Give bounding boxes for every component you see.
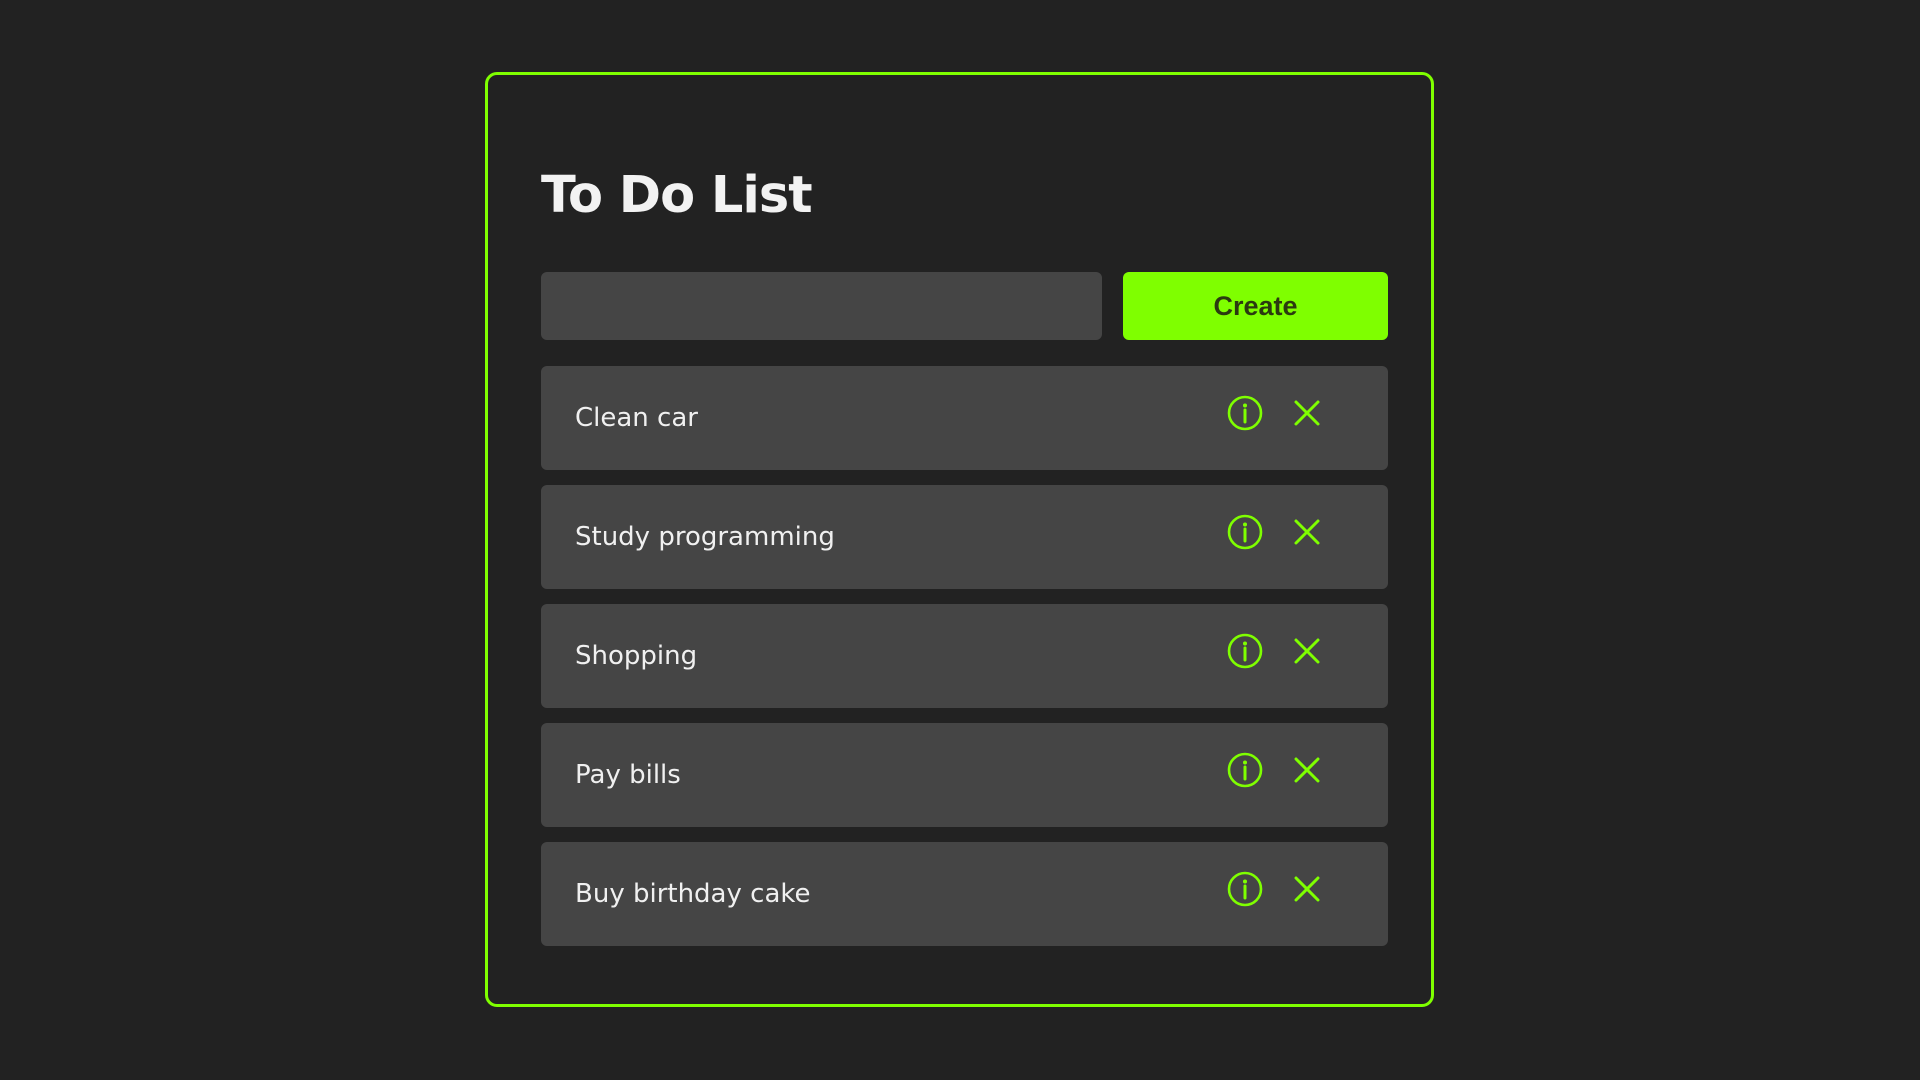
- close-x-icon: [1294, 876, 1320, 902]
- delete-button[interactable]: [1287, 631, 1327, 671]
- todo-label: Study programming: [575, 522, 835, 552]
- todo-item: Clean car: [541, 366, 1388, 470]
- delete-button[interactable]: [1287, 393, 1327, 433]
- todo-card: To Do List Create Clean car Study progra…: [485, 72, 1434, 1007]
- delete-button[interactable]: [1287, 869, 1327, 909]
- todo-label: Buy birthday cake: [575, 879, 811, 909]
- delete-button[interactable]: [1287, 512, 1327, 552]
- todo-item: Study programming: [541, 485, 1388, 589]
- close-x-icon: [1294, 638, 1320, 664]
- todo-list: Clean car Study programming Shopping Pay…: [541, 366, 1388, 961]
- info-circle-icon: [1227, 514, 1263, 550]
- info-circle-icon: [1227, 752, 1263, 788]
- info-button[interactable]: [1225, 750, 1265, 790]
- info-button[interactable]: [1225, 512, 1265, 552]
- info-circle-icon: [1227, 395, 1263, 431]
- info-button[interactable]: [1225, 631, 1265, 671]
- todo-item: Pay bills: [541, 723, 1388, 827]
- close-x-icon: [1294, 519, 1320, 545]
- info-button[interactable]: [1225, 869, 1265, 909]
- todo-label: Clean car: [575, 403, 698, 433]
- new-task-input[interactable]: [541, 272, 1102, 340]
- todo-label: Pay bills: [575, 760, 681, 790]
- info-button[interactable]: [1225, 393, 1265, 433]
- todo-item: Shopping: [541, 604, 1388, 708]
- info-circle-icon: [1227, 871, 1263, 907]
- todo-item: Buy birthday cake: [541, 842, 1388, 946]
- delete-button[interactable]: [1287, 750, 1327, 790]
- info-circle-icon: [1227, 633, 1263, 669]
- create-button[interactable]: Create: [1123, 272, 1388, 340]
- todo-label: Shopping: [575, 641, 698, 671]
- close-x-icon: [1294, 400, 1320, 426]
- page-title: To Do List: [541, 166, 813, 225]
- close-x-icon: [1294, 757, 1320, 783]
